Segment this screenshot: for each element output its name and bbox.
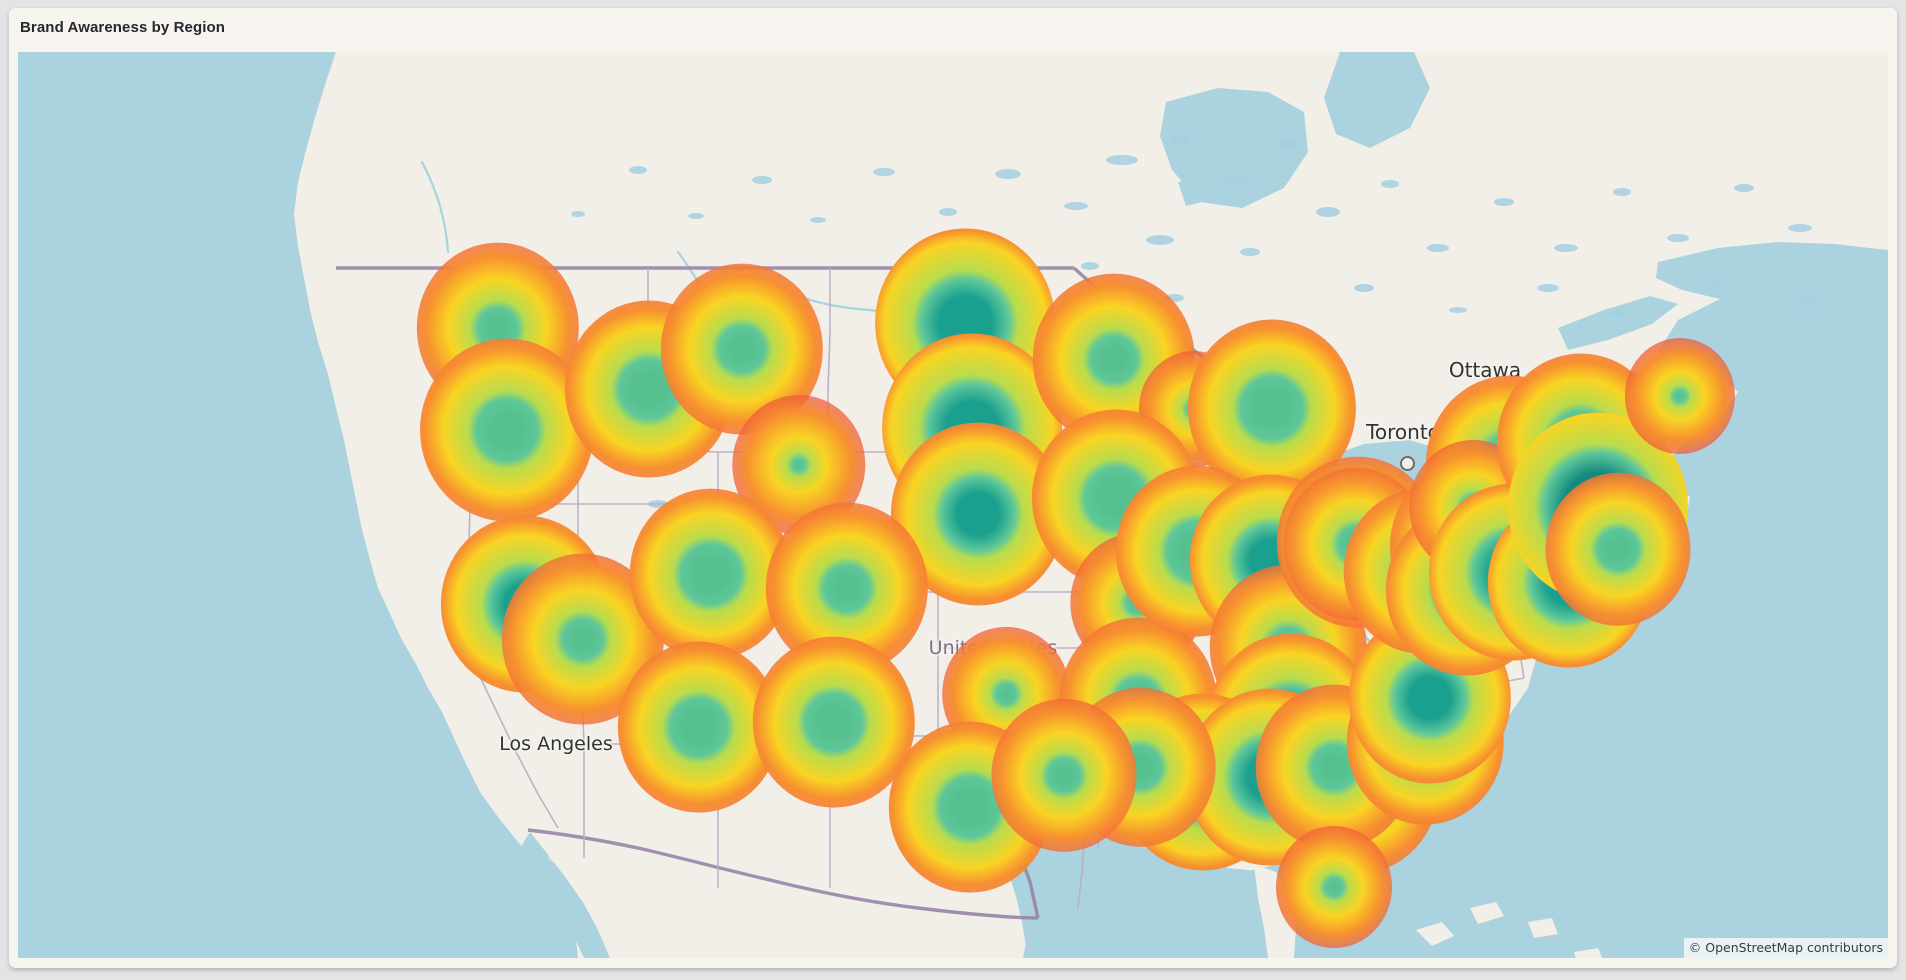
card-title: Brand Awareness by Region: [9, 8, 1897, 48]
map-container[interactable]: Ottawa Toronto United States Los Angeles Pho…: [18, 52, 1888, 958]
screenshot-root: Brand Awareness by Region Ottawa Toronto…: [0, 0, 1906, 980]
leaflet-map[interactable]: Ottawa Toronto United States Los Angeles Pho…: [18, 52, 1888, 958]
brand-awareness-card: Brand Awareness by Region Ottawa Toronto…: [9, 8, 1897, 968]
map-attribution[interactable]: © OpenStreetMap contributors: [1683, 938, 1888, 958]
basemap-svg: [18, 52, 1888, 958]
